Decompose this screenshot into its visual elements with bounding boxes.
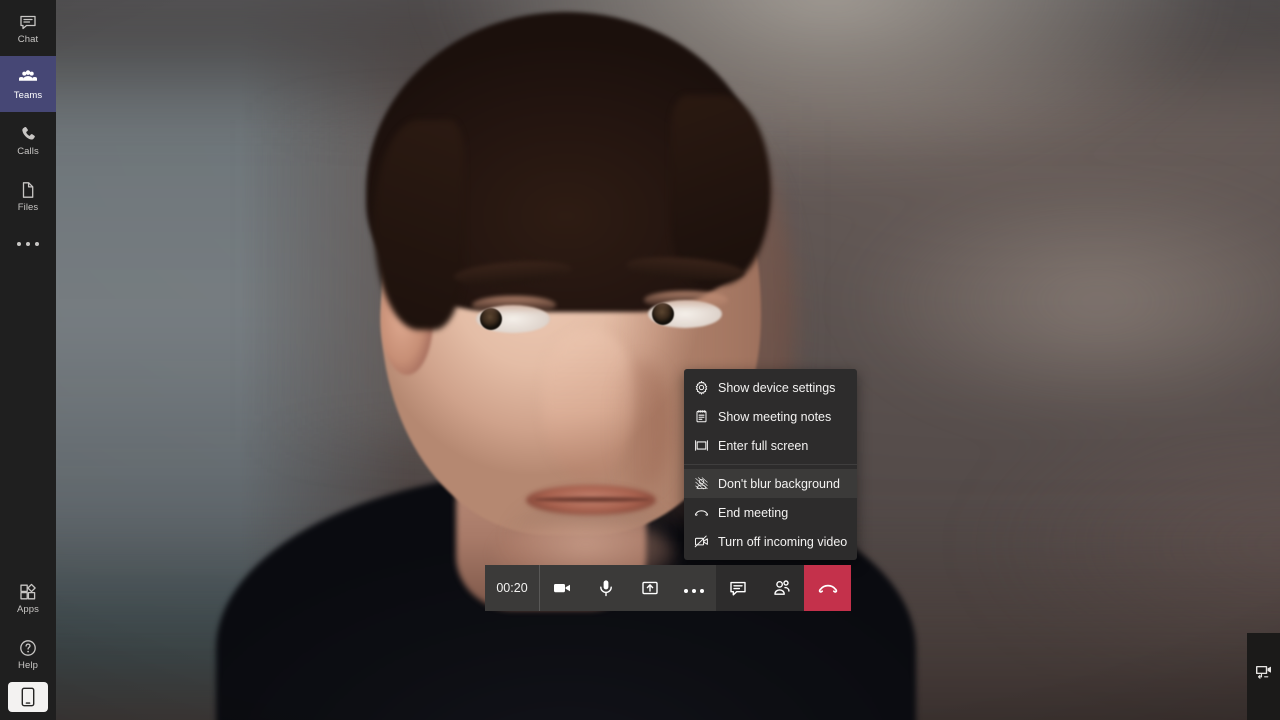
call-timer: 00:20 bbox=[485, 565, 540, 611]
participant-video-subject bbox=[56, 0, 1280, 720]
share-screen-icon bbox=[640, 578, 660, 598]
subject-eyelid-left bbox=[472, 296, 556, 314]
menu-separator bbox=[684, 464, 857, 465]
menu-item-label: Show meeting notes bbox=[718, 409, 832, 424]
more-options-button[interactable] bbox=[672, 565, 716, 611]
hangup-icon bbox=[817, 577, 839, 599]
sidebar-item-chat[interactable]: Chat bbox=[0, 0, 56, 56]
menu-item-enter-full-screen[interactable]: Enter full screen bbox=[684, 431, 857, 460]
ellipsis-icon bbox=[682, 581, 706, 596]
teams-icon bbox=[18, 68, 38, 88]
sidebar-item-files[interactable]: Files bbox=[0, 168, 56, 224]
video-off-icon bbox=[694, 534, 709, 549]
menu-item-label: Show device settings bbox=[718, 380, 836, 395]
teams-meeting-window: Chat Teams Calls Files Apps Help Show de… bbox=[0, 0, 1280, 720]
subject-hair-left bbox=[374, 120, 464, 330]
menu-item-end-meeting[interactable]: End meeting bbox=[684, 498, 857, 527]
menu-item-label: Turn off incoming video bbox=[718, 534, 848, 549]
menu-item-dont-blur-background[interactable]: Don't blur background bbox=[684, 469, 857, 498]
sidebar-item-label: Chat bbox=[17, 33, 39, 45]
fullscreen-icon bbox=[694, 438, 709, 453]
microphone-icon bbox=[596, 578, 616, 598]
subject-nose-shadow bbox=[611, 360, 671, 490]
help-icon bbox=[18, 638, 38, 658]
chat-icon bbox=[18, 12, 38, 32]
sidebar-more-apps-button[interactable] bbox=[0, 224, 56, 264]
menu-item-label: End meeting bbox=[718, 505, 789, 520]
chat-bubble-icon bbox=[728, 578, 748, 598]
menu-item-turn-off-incoming-video[interactable]: Turn off incoming video bbox=[684, 527, 857, 556]
people-icon bbox=[772, 578, 792, 598]
blur-background-icon bbox=[694, 476, 709, 491]
call-bar-primary-segment: 00:20 bbox=[485, 565, 716, 611]
calls-icon bbox=[18, 124, 38, 144]
sidebar-item-label: Help bbox=[18, 659, 38, 671]
camera-button[interactable] bbox=[540, 565, 584, 611]
menu-item-label: Don't blur background bbox=[718, 476, 840, 491]
ellipsis-icon bbox=[17, 242, 21, 246]
chat-button[interactable] bbox=[716, 565, 760, 611]
gear-icon bbox=[694, 380, 709, 395]
meeting-more-options-menu: Show device settings Show meeting notes … bbox=[684, 369, 857, 560]
app-rail: Chat Teams Calls Files Apps Help bbox=[0, 0, 56, 720]
files-icon bbox=[18, 180, 38, 200]
call-bar-secondary-segment bbox=[716, 565, 804, 611]
video-stage bbox=[56, 0, 1280, 720]
apps-icon bbox=[18, 582, 38, 602]
subject-eyelid-right bbox=[644, 291, 728, 309]
sidebar-item-apps[interactable]: Apps bbox=[0, 570, 56, 626]
menu-item-show-device-settings[interactable]: Show device settings bbox=[684, 373, 857, 402]
sidebar-item-help[interactable]: Help bbox=[0, 626, 56, 682]
mic-button[interactable] bbox=[584, 565, 628, 611]
screen-share-tray[interactable] bbox=[1247, 633, 1280, 720]
subject-hair-right bbox=[671, 95, 771, 285]
sidebar-item-label: Apps bbox=[16, 603, 40, 615]
notes-icon bbox=[694, 409, 709, 424]
call-control-bar: 00:20 bbox=[485, 565, 851, 611]
sidebar-item-label: Files bbox=[17, 201, 39, 213]
share-screen-button[interactable] bbox=[628, 565, 672, 611]
mobile-phone-icon bbox=[21, 687, 35, 707]
sidebar-item-calls[interactable]: Calls bbox=[0, 112, 56, 168]
screen-share-icon bbox=[1255, 665, 1272, 680]
mobile-app-button[interactable] bbox=[8, 682, 48, 712]
participants-button[interactable] bbox=[760, 565, 804, 611]
hangup-button[interactable] bbox=[804, 565, 851, 611]
menu-item-show-meeting-notes[interactable]: Show meeting notes bbox=[684, 402, 857, 431]
sidebar-item-label: Calls bbox=[17, 145, 39, 157]
camera-icon bbox=[552, 578, 572, 598]
menu-item-label: Enter full screen bbox=[718, 438, 809, 453]
hangup-icon bbox=[694, 505, 709, 520]
subject-lip-line bbox=[534, 497, 650, 502]
sidebar-item-teams[interactable]: Teams bbox=[0, 56, 56, 112]
sidebar-item-label: Teams bbox=[13, 89, 43, 101]
